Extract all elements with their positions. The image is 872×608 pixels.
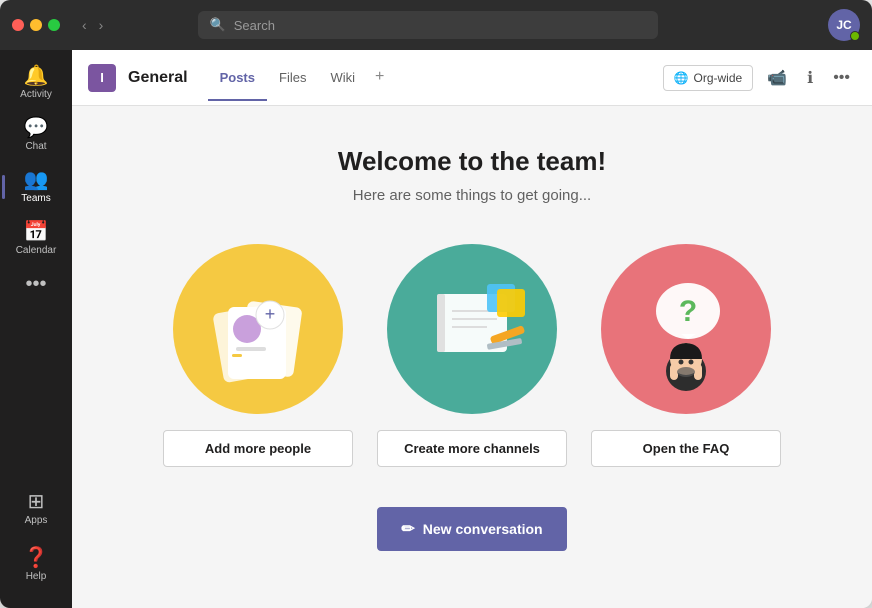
welcome-title: Welcome to the team! — [338, 146, 606, 177]
sidebar-label-calendar: Calendar — [16, 245, 57, 256]
add-people-svg: + — [188, 259, 328, 399]
more-actions-button[interactable]: ••• — [827, 65, 856, 91]
info-button[interactable]: ℹ — [801, 64, 819, 92]
maximize-button[interactable] — [48, 19, 60, 31]
create-more-channels-button[interactable]: Create more channels — [377, 430, 567, 467]
app-window: ‹ › 🔍 JC 🔔 Activity 💬 Chat 👥 Teams — [0, 0, 872, 608]
open-faq-card: ? — [591, 244, 781, 467]
search-bar[interactable]: 🔍 — [198, 11, 658, 39]
back-button[interactable]: ‹ — [78, 15, 91, 35]
tab-wiki[interactable]: Wiki — [318, 54, 367, 101]
add-more-people-button[interactable]: Add more people — [163, 430, 353, 467]
tab-posts[interactable]: Posts — [208, 54, 267, 101]
add-people-illustration: + — [173, 244, 343, 414]
posts-area: Welcome to the team! Here are some thing… — [72, 106, 872, 608]
org-wide-button[interactable]: 🌐 Org-wide — [663, 65, 754, 91]
nav-arrows: ‹ › — [78, 15, 107, 35]
channel-header: I General Posts Files Wiki + 🌐 Org-wide … — [72, 50, 872, 106]
sidebar-label-apps: Apps — [25, 515, 48, 526]
action-cards: + Add more people — [163, 244, 781, 467]
create-channels-card: Create more channels — [377, 244, 567, 467]
app-body: 🔔 Activity 💬 Chat 👥 Teams 📅 Calendar ••• — [0, 50, 872, 608]
create-channels-svg — [402, 259, 542, 399]
channel-actions: 🌐 Org-wide 📹 ℹ ••• — [663, 64, 856, 92]
svg-text:+: + — [265, 304, 276, 324]
apps-icon: ⊞ — [28, 492, 45, 512]
open-faq-illustration: ? — [601, 244, 771, 414]
add-people-card: + Add more people — [163, 244, 353, 467]
org-wide-label: Org-wide — [694, 71, 743, 85]
channel-name: General — [128, 69, 188, 87]
sidebar-item-more[interactable]: ••• — [6, 266, 66, 302]
sidebar-label-teams: Teams — [21, 193, 50, 204]
help-icon: ❓ — [24, 548, 49, 568]
compose-icon: ✏ — [401, 519, 414, 539]
welcome-subtitle: Here are some things to get going... — [353, 187, 591, 204]
sidebar-item-chat[interactable]: 💬 Chat — [6, 110, 66, 160]
activity-icon: 🔔 — [24, 66, 49, 86]
chat-icon: 💬 — [24, 118, 49, 138]
minimize-button[interactable] — [30, 19, 42, 31]
sidebar-item-activity[interactable]: 🔔 Activity — [6, 58, 66, 108]
calendar-icon: 📅 — [24, 222, 49, 242]
more-icon: ••• — [25, 274, 46, 294]
sidebar-item-help[interactable]: ❓ Help — [6, 540, 66, 590]
teams-icon: 👥 — [24, 170, 49, 190]
channel-tabs: Posts Files Wiki + — [208, 54, 393, 101]
new-conversation-button[interactable]: ✏ New conversation — [377, 507, 566, 551]
tab-files[interactable]: Files — [267, 54, 318, 101]
main-content: I General Posts Files Wiki + 🌐 Org-wide … — [72, 50, 872, 608]
search-icon: 🔍 — [210, 17, 226, 33]
sidebar-item-teams[interactable]: 👥 Teams — [6, 162, 66, 212]
title-bar: ‹ › 🔍 JC — [0, 0, 872, 50]
traffic-lights — [12, 19, 60, 31]
org-wide-icon: 🌐 — [674, 71, 689, 85]
sidebar-item-apps[interactable]: ⊞ Apps — [6, 484, 66, 534]
avatar-status-badge — [850, 31, 860, 41]
svg-text:?: ? — [679, 295, 697, 328]
sidebar-item-calendar[interactable]: 📅 Calendar — [6, 214, 66, 264]
create-channels-illustration — [387, 244, 557, 414]
sidebar-label-help: Help — [26, 571, 47, 582]
video-call-button[interactable]: 📹 — [761, 64, 793, 92]
sidebar-label-activity: Activity — [20, 89, 52, 100]
channel-avatar: I — [88, 64, 116, 92]
search-input[interactable] — [234, 18, 646, 33]
sidebar: 🔔 Activity 💬 Chat 👥 Teams 📅 Calendar ••• — [0, 50, 72, 608]
sidebar-label-chat: Chat — [25, 141, 46, 152]
new-conversation-label: New conversation — [423, 521, 543, 537]
open-faq-svg: ? — [616, 259, 756, 399]
forward-button[interactable]: › — [95, 15, 108, 35]
open-faq-button[interactable]: Open the FAQ — [591, 430, 781, 467]
close-button[interactable] — [12, 19, 24, 31]
avatar-wrap: JC — [828, 9, 860, 41]
tab-add-button[interactable]: + — [367, 54, 392, 101]
